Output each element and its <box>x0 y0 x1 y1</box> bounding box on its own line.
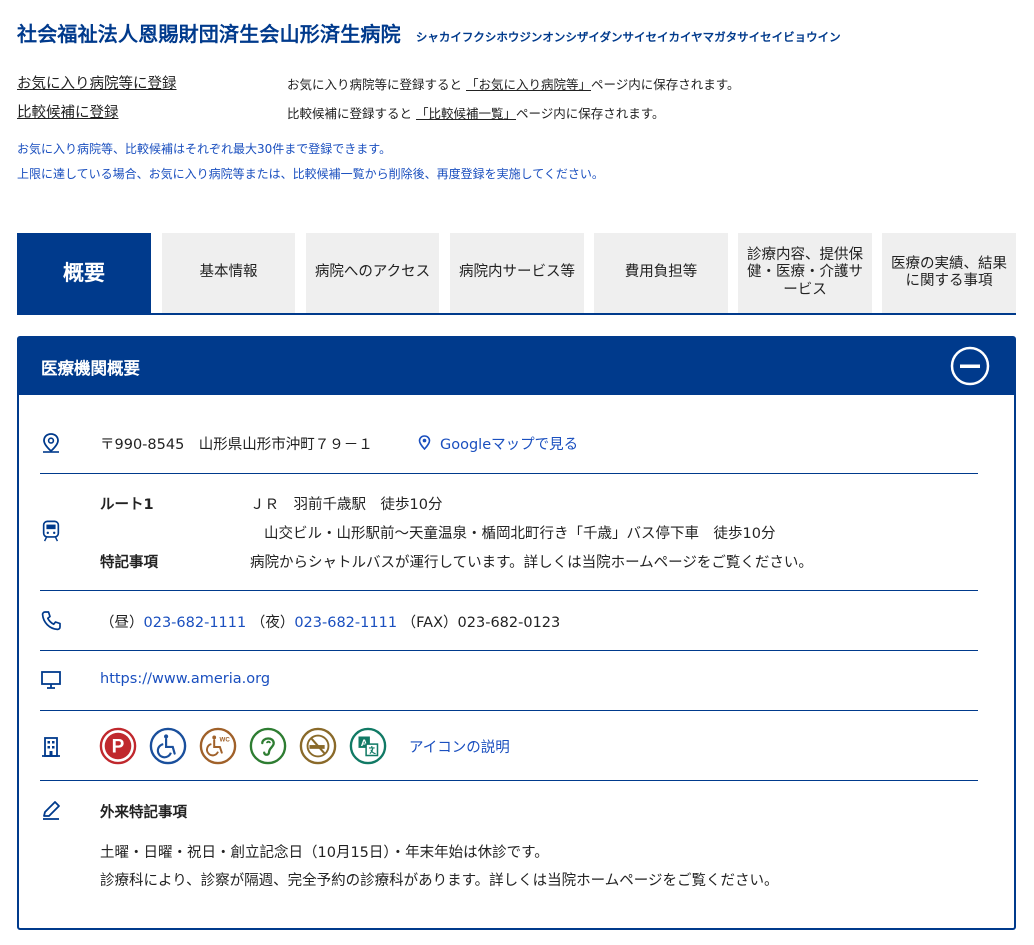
divider <box>40 780 978 781</box>
divider <box>40 473 978 474</box>
collapse-icon[interactable] <box>950 346 990 386</box>
accessible-toilet-icon[interactable]: WC <box>199 727 237 765</box>
divider <box>40 650 978 651</box>
phone-night-label: （夜） <box>250 615 295 631</box>
tab-costs[interactable]: 費用負担等 <box>594 233 728 313</box>
special-notes-text: 病院からシャトルバスが運行しています。詳しくは当院ホームページをご覧ください。 <box>250 555 813 571</box>
route-line-1: ＪＲ 羽前千歳駅 徒歩10分 <box>250 497 443 513</box>
add-compare-link[interactable]: 比較候補に登録 <box>17 101 119 122</box>
wheelchair-icon[interactable] <box>149 727 187 765</box>
tab-overview[interactable]: 概要 <box>17 233 151 315</box>
google-map-link[interactable]: Googleマップで見る <box>440 433 578 454</box>
favorite-description: お気に入り病院等に登録すると 「お気に入り病院等」ページ内に保存されます。 <box>287 77 740 92</box>
divider <box>40 710 978 711</box>
tab-hospital-services[interactable]: 病院内サービス等 <box>450 233 584 313</box>
tab-medical-services[interactable]: 診療内容、提供保健・医療・介護サービス <box>738 233 872 313</box>
location-pin-icon <box>43 433 59 453</box>
special-notes-label: 特記事項 <box>100 555 158 571</box>
hospital-name-kana: シャカイフクシホウジンオンシザイダンサイセイカイヤマガタサイセイビョウイン <box>415 30 841 44</box>
building-icon <box>42 737 60 757</box>
favorite-page-ref: 「お気に入り病院等」 <box>466 77 592 92</box>
outpatient-notes-title: 外来特記事項 <box>100 805 187 821</box>
panel-title: 医療機関概要 <box>41 359 140 378</box>
pencil-icon <box>43 801 60 820</box>
route-line-2: 山交ビル・山形駅前～天童温泉・楯岡北町行き「千歳」バス停下車 徒歩10分 <box>264 526 776 542</box>
parking-icon[interactable]: P <box>99 727 137 765</box>
tab-bar: 概要 基本情報 病院へのアクセス 病院内サービス等 費用負担等 診療内容、提供保… <box>17 233 1016 315</box>
register-limit-note: お気に入り病院等、比較候補はそれぞれ最大30件まで登録できます。 <box>17 142 392 156</box>
outpatient-note-1: 土曜・日曜・祝日・創立記念日（10月15日）・年末年始は休診です。 <box>100 845 549 861</box>
phone-day-label: （昼） <box>100 615 144 631</box>
outpatient-note-2: 診療科により、診察が隔週、完全予約の診療科があります。詳しくは当院ホームページを… <box>100 873 779 889</box>
tab-access[interactable]: 病院へのアクセス <box>306 233 439 313</box>
tab-underline <box>17 313 1016 315</box>
add-favorite-link[interactable]: お気に入り病院等に登録 <box>17 72 177 93</box>
phone-icon <box>41 611 61 631</box>
tab-medical-results[interactable]: 医療の実績、結果に関する事項 <box>882 233 1016 313</box>
address-text: 〒990-8545 山形県山形市沖町７９－１ <box>100 437 373 453</box>
phone-line: （昼）023-682-1111 （夜）023-682-1111 （FAX）023… <box>100 611 560 632</box>
compare-description: 比較候補に登録すると 「比較候補一覧」ページ内に保存されます。 <box>287 106 665 121</box>
svg-text:WC: WC <box>220 736 231 743</box>
no-smoking-icon[interactable] <box>299 727 337 765</box>
hospital-title-row: 社会福祉法人恩賜財団済生会山形済生病院 シャカイフクシホウジンオンシザイダンサイ… <box>17 18 841 47</box>
tab-basic-info[interactable]: 基本情報 <box>162 233 295 313</box>
panel-header: 医療機関概要 <box>19 338 1014 395</box>
register-limit-instruction: 上限に達している場合、お気に入り病院等または、比較候補一覧から削除後、再度登録を… <box>17 167 604 181</box>
icon-description-link[interactable]: アイコンの説明 <box>409 736 510 757</box>
train-icon <box>42 520 60 542</box>
phone-day-link[interactable]: 023-682-1111 <box>144 615 247 631</box>
route-label: ルート1 <box>100 497 154 513</box>
map-pin-icon <box>418 435 431 450</box>
hearing-assist-icon[interactable] <box>249 727 287 765</box>
compare-page-ref: 「比較候補一覧」 <box>416 106 517 121</box>
website-link[interactable]: https://www.ameria.org <box>100 671 270 687</box>
monitor-icon <box>41 671 61 689</box>
svg-text:P: P <box>112 737 125 758</box>
hospital-name: 社会福祉法人恩賜財団済生会山形済生病院 <box>17 22 401 46</box>
fax-number: 023-682-0123 <box>457 615 561 631</box>
translation-icon[interactable]: A <box>349 727 387 765</box>
divider <box>40 590 978 591</box>
fax-label: （FAX） <box>401 615 458 631</box>
phone-night-link[interactable]: 023-682-1111 <box>294 615 397 631</box>
